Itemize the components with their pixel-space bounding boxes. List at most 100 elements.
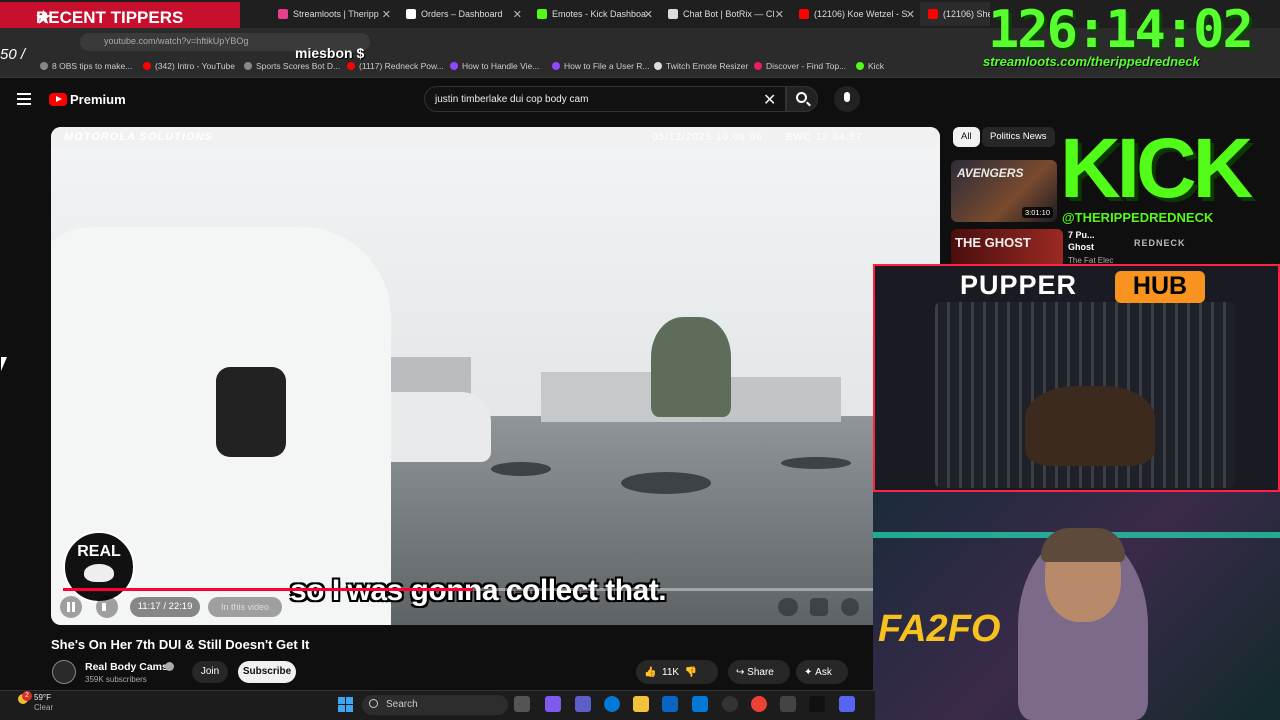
file-explorer-icon[interactable] [633, 696, 649, 712]
bookmark-item[interactable]: How to File a User R... [552, 61, 650, 71]
sparkle-icon: ✦ [804, 666, 816, 678]
video-scene-tree [651, 317, 731, 417]
bookmark-item[interactable]: Kick [856, 61, 884, 71]
video-scene-pothole [491, 462, 551, 476]
video-scene-pothole [781, 457, 851, 469]
obs-icon[interactable] [722, 696, 738, 712]
chapter-button[interactable]: In this video [208, 597, 282, 617]
youtube-logo-icon[interactable] [49, 93, 67, 106]
close-icon[interactable]: ✕ [644, 8, 653, 21]
like-button[interactable]: 👍 11K 👎 [636, 660, 718, 684]
copilot-icon[interactable] [545, 696, 561, 712]
video-title: She's On Her 7th DUI & Still Doesn't Get… [51, 637, 310, 652]
bookmark-item[interactable]: How to Handle Vie... [450, 61, 539, 71]
tab-orders[interactable]: Orders – Dashboard ✕ [398, 2, 526, 26]
clear-icon[interactable]: ✕ [763, 90, 776, 110]
windows-start-icon[interactable] [338, 697, 353, 712]
hub-label: HUB [1115, 271, 1205, 303]
bookmark-icon [244, 62, 252, 70]
dog [1025, 386, 1155, 466]
recommended-title[interactable]: Ghost [1068, 242, 1094, 252]
pause-button[interactable] [60, 596, 82, 618]
bookmark-icon [40, 62, 48, 70]
close-icon[interactable]: ✕ [382, 8, 391, 21]
tab-koe-wetzel[interactable]: (12106) Koe Wetzel - S ✕ [791, 2, 919, 26]
recent-tippers-banner: ★ RECENT TIPPERS [0, 2, 240, 28]
bookmark-item[interactable]: 8 OBS tips to make... [40, 61, 132, 71]
bookmark-item[interactable]: Discover - Find Top... [754, 61, 846, 71]
chip-all[interactable]: All [953, 127, 980, 147]
search-icon [369, 699, 378, 708]
subscribe-button[interactable]: Subscribe [238, 661, 296, 683]
video-scene-pothole [621, 472, 711, 494]
twitch-icon [450, 62, 458, 70]
time-display: 11:17 / 22:19 [130, 597, 200, 617]
search-icon [796, 92, 807, 103]
globe-icon [654, 62, 662, 70]
captions-icon[interactable] [810, 598, 828, 616]
discord-icon[interactable] [839, 696, 855, 712]
share-button[interactable]: ↪ Share [728, 660, 790, 684]
bookmark-item[interactable]: (342) Intro - YouTube [143, 61, 235, 71]
bookmark-item[interactable]: Twitch Emote Resizer [654, 61, 748, 71]
tab-streamloots[interactable]: Streamloots | Theripp ✕ [270, 2, 395, 26]
channel-name[interactable]: Real Body Cams [85, 661, 168, 673]
thumbs-up-icon: 👍 [644, 666, 663, 678]
discover-icon [754, 62, 762, 70]
autoplay-toggle[interactable] [778, 598, 798, 616]
bodycam-watermark: MOTOROLA SOLUTIONS [64, 131, 213, 143]
youtube-icon [347, 62, 355, 70]
microphone-icon[interactable] [834, 86, 860, 112]
tab-kick-emotes[interactable]: Emotes - Kick Dashboa ✕ [529, 2, 657, 26]
kick-subtitle: REDNECK [1134, 238, 1186, 248]
join-button[interactable]: Join [192, 661, 228, 683]
tip-amount: 50 / [0, 46, 26, 63]
brand-label[interactable]: Premium [70, 92, 126, 107]
terminal-icon[interactable] [809, 696, 825, 712]
tab-current-video[interactable]: (12106) She's [920, 2, 990, 26]
progress-fill [63, 588, 473, 591]
outlook-icon[interactable] [692, 696, 708, 712]
task-view-icon[interactable] [514, 696, 530, 712]
volume-icon[interactable] [96, 596, 118, 618]
settings-icon[interactable] [841, 598, 859, 616]
video-caption: so I was gonna collect that. [290, 574, 667, 607]
streamer-webcam [873, 492, 1280, 720]
neon-sign: FA2FO [878, 608, 1001, 650]
twitch-icon [552, 62, 560, 70]
kick-icon [537, 9, 547, 19]
tab-botrix[interactable]: Chat Bot | BotRix — Cl ✕ [660, 2, 788, 26]
youtube-icon [928, 9, 938, 19]
kick-icon [856, 62, 864, 70]
subscriber-count: 359K subscribers [85, 675, 147, 684]
bookmark-item[interactable]: (1117) Redneck Pow... [347, 61, 444, 71]
close-icon[interactable]: ✕ [775, 8, 784, 21]
eagle-icon [84, 564, 114, 582]
menu-icon[interactable] [17, 93, 31, 105]
channel-avatar[interactable] [52, 660, 76, 684]
bookmark-item[interactable]: Sports Scores Bot D... [244, 61, 340, 71]
recommended-thumbnail[interactable]: AVENGERS 3:01:10 [951, 160, 1057, 222]
duration-badge: 3:01:10 [1021, 207, 1053, 218]
search-input[interactable]: justin timberlake dui cop body cam [424, 86, 786, 112]
pupper-label: PUPPER [960, 270, 1078, 300]
youtube-icon [143, 62, 151, 70]
video-player[interactable] [51, 127, 940, 625]
close-icon[interactable]: ✕ [906, 8, 915, 21]
recommended-thumbnail[interactable]: THE GHOST [951, 229, 1063, 267]
teams-icon[interactable] [575, 696, 591, 712]
chrome-icon[interactable] [751, 696, 767, 712]
mouse-cursor-icon [1, 357, 13, 371]
channel-watermark: REAL [63, 531, 135, 603]
app-icon[interactable] [780, 696, 796, 712]
taskbar-search[interactable]: Search [362, 695, 508, 715]
edge-icon[interactable] [604, 696, 620, 712]
store-icon[interactable] [662, 696, 678, 712]
recommended-title[interactable]: 7 Pu... [1068, 230, 1095, 240]
ask-button[interactable]: ✦ Ask [796, 660, 848, 684]
weather-widget[interactable]: 59°F Clear [34, 693, 53, 713]
thumbs-down-icon[interactable]: 👎 [685, 667, 697, 678]
subathon-timer: 126:14:02 [988, 0, 1254, 60]
close-icon[interactable]: ✕ [513, 8, 522, 21]
chip-politics-news[interactable]: Politics News [982, 127, 1055, 147]
